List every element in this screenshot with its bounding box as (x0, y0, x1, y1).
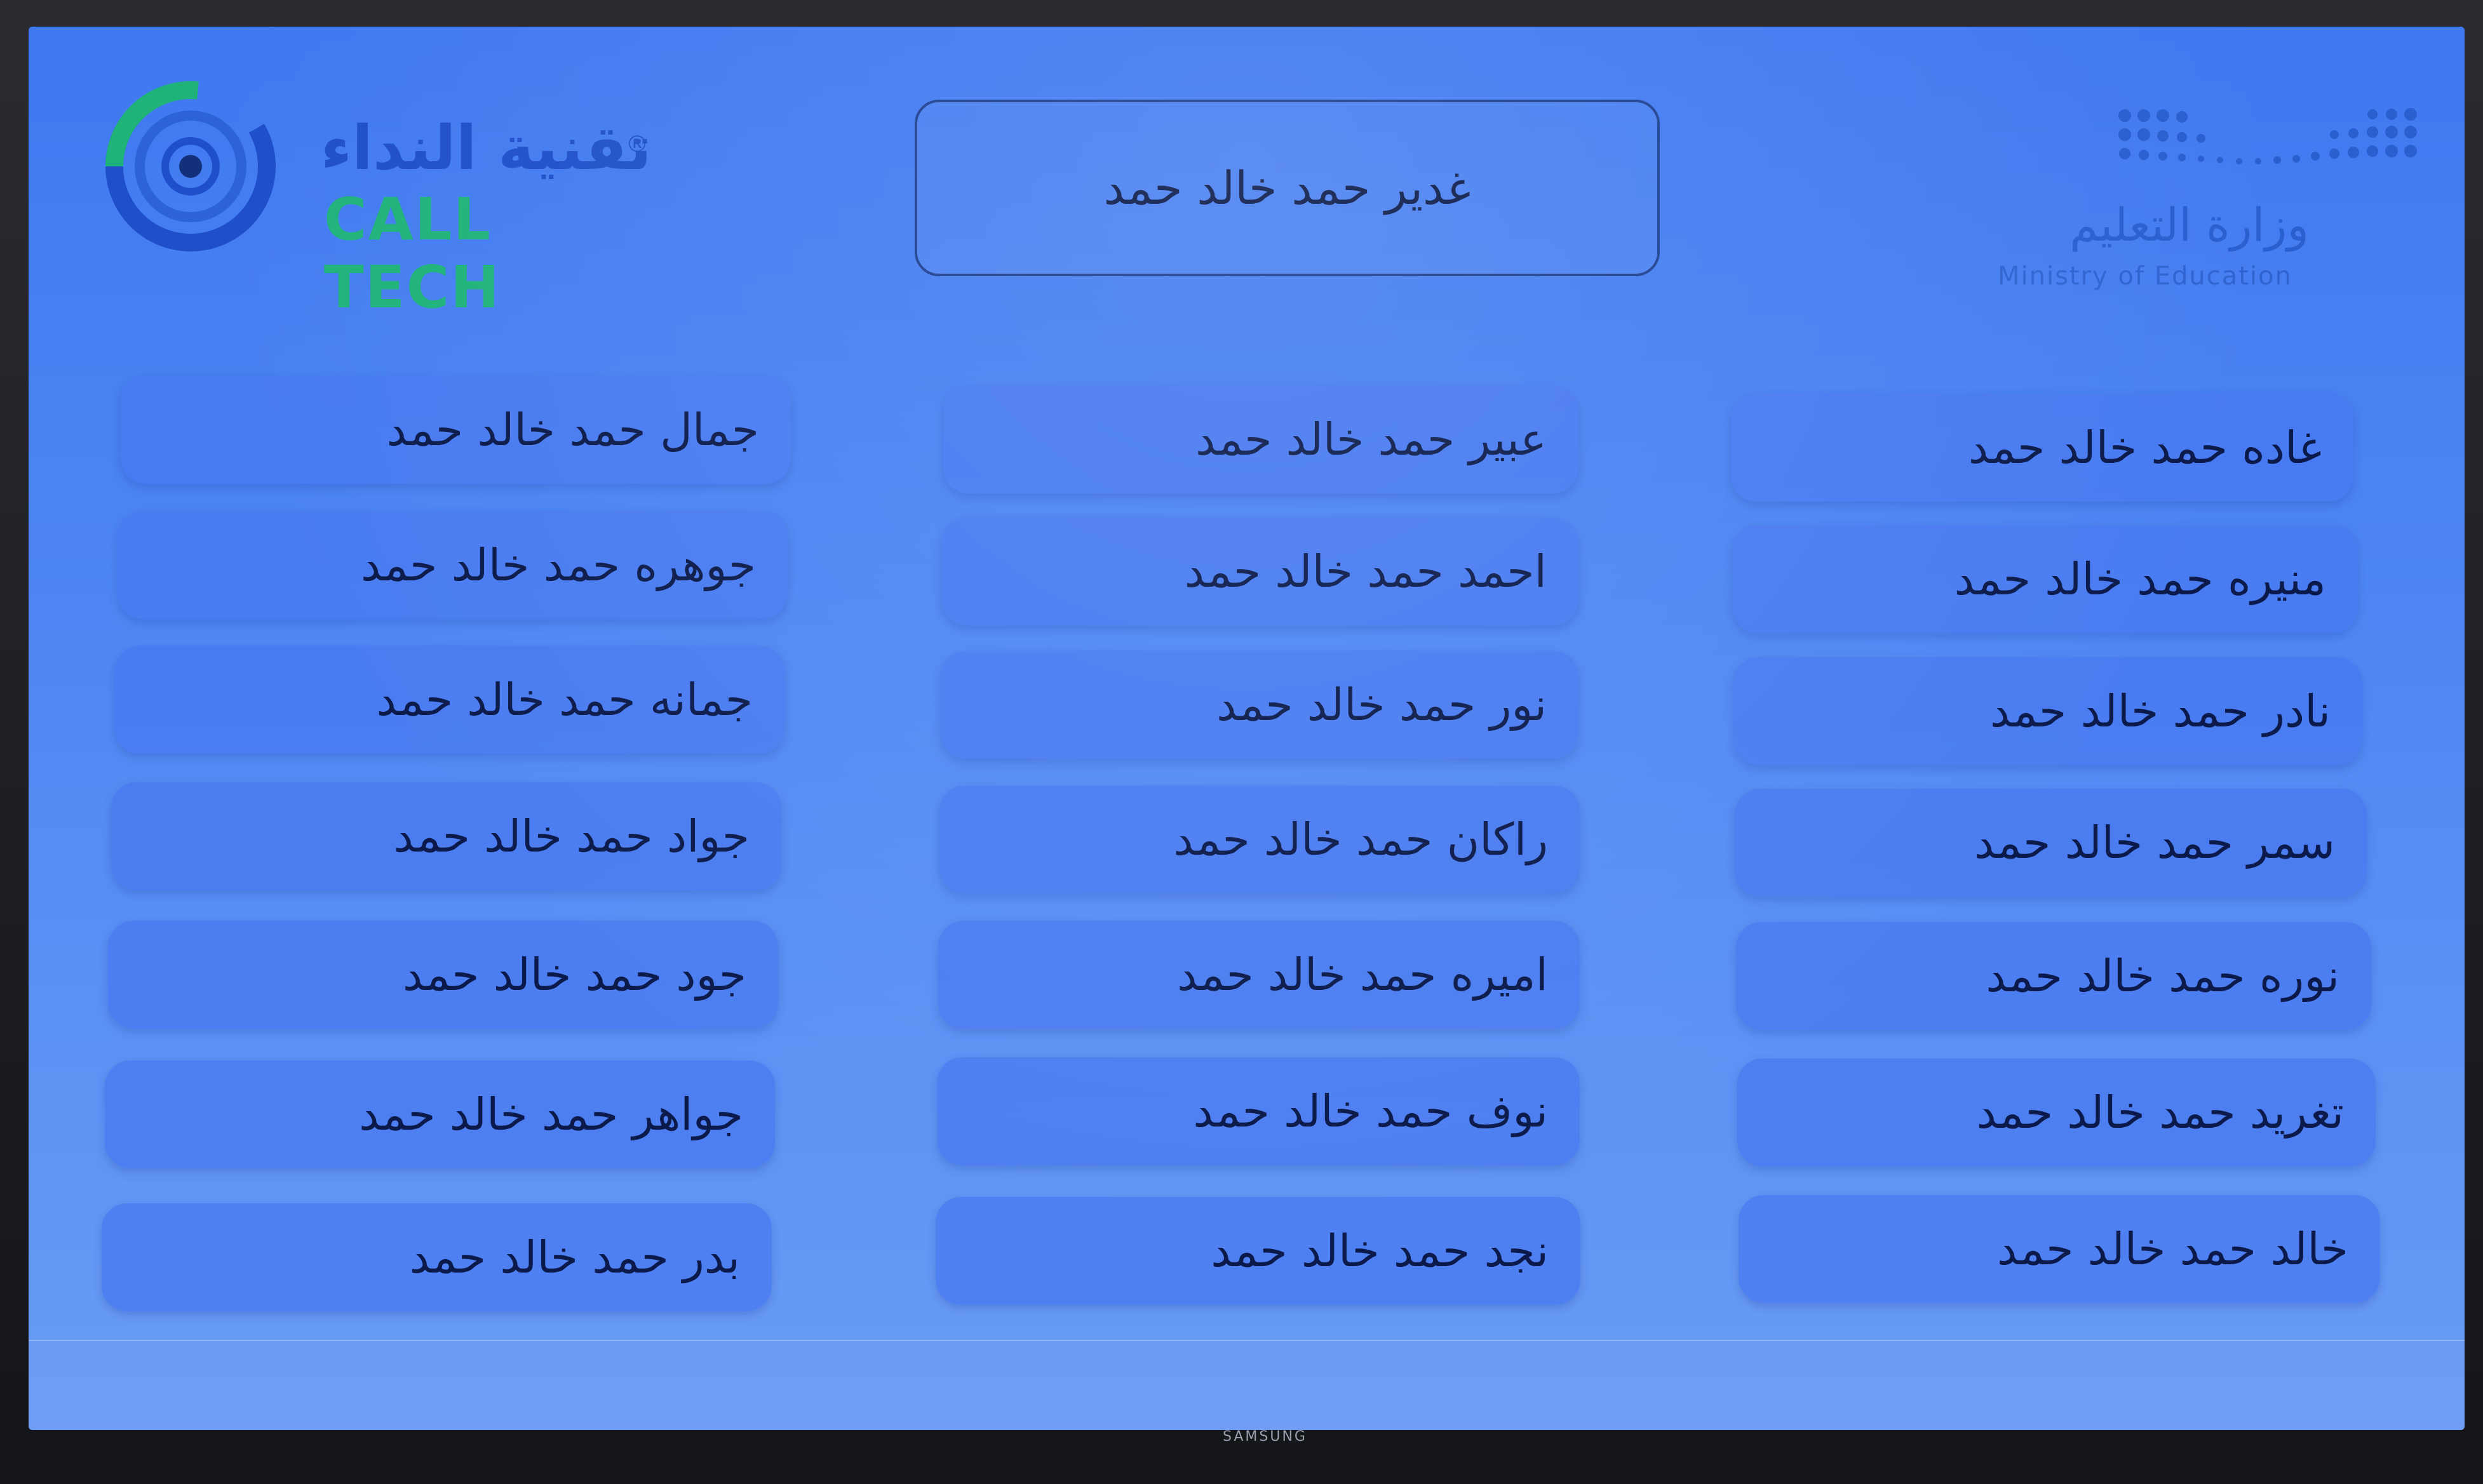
name-card-text: منيره حمد خالد حمد (1954, 553, 2326, 605)
footer-band (29, 1340, 2465, 1430)
name-card: احمد حمد خالد حمد (942, 518, 1578, 625)
display-screen: تقنية النداء ® CALL TECH غدير حمد خالد ح… (29, 27, 2465, 1430)
name-card: خالد حمد خالد حمد (1739, 1195, 2380, 1303)
name-card: بدر حمد خالد حمد (102, 1203, 772, 1311)
name-card-text: نادر حمد خالد حمد (1989, 685, 2331, 737)
name-card: راكان حمد خالد حمد (939, 785, 1580, 893)
brand-name-arabic: تقنية النداء (321, 112, 652, 184)
name-card: اميره حمد خالد حمد (938, 921, 1580, 1029)
name-card: جواهر حمد خالد حمد (105, 1060, 775, 1168)
name-card-text: جمانه حمد خالد حمد (376, 674, 753, 726)
name-card-text: نجد حمد خالد حمد (1211, 1225, 1549, 1277)
name-card: جمال حمد خالد حمد (121, 376, 791, 484)
current-caller-box: غدير حمد خالد حمد (915, 100, 1660, 276)
registered-mark: ® (626, 131, 649, 157)
name-card-text: غاده حمد خالد حمد (1968, 422, 2322, 474)
name-card: منيره حمد خالد حمد (1732, 525, 2358, 633)
name-card: نوره حمد خالد حمد (1736, 922, 2371, 1030)
name-card-text: جود حمد خالد حمد (403, 949, 746, 1001)
ministry-name-arabic: وزارة التعليم (2069, 198, 2309, 251)
name-card: جوهره حمد خالد حمد (118, 511, 788, 619)
name-card-text: جواهر حمد خالد حمد (359, 1088, 743, 1140)
calltech-logo-icon (105, 81, 276, 251)
name-card: عبير حمد خالد حمد (943, 385, 1578, 493)
name-card-text: بدر حمد خالد حمد (409, 1231, 740, 1283)
name-card-text: نوف حمد خالد حمد (1193, 1085, 1548, 1137)
name-card-text: جوهره حمد خالد حمد (360, 539, 756, 591)
name-card: تغريد حمد خالد حمد (1737, 1059, 2376, 1166)
name-card-text: راكان حمد خالد حمد (1173, 813, 1548, 866)
name-card-text: اميره حمد خالد حمد (1177, 949, 1548, 1001)
name-card-text: جواد حمد خالد حمد (393, 810, 750, 862)
name-card: نور حمد خالد حمد (941, 651, 1578, 759)
name-card-text: خالد حمد خالد حمد (1996, 1223, 2348, 1275)
name-card: نجد حمد خالد حمد (936, 1197, 1580, 1305)
name-card: سمر حمد خالد حمد (1735, 789, 2367, 897)
name-card-text: احمد حمد خالد حمد (1184, 545, 1547, 598)
calltech-logo: تقنية النداء ® CALL TECH (79, 55, 670, 321)
name-card: نوف حمد خالد حمد (937, 1057, 1580, 1165)
ministry-dots-icon (2118, 108, 2417, 164)
name-card-text: تغريد حمد خالد حمد (1976, 1086, 2345, 1139)
ministry-name-english: Ministry of Education (1998, 262, 2292, 291)
name-card-text: نوره حمد خالد حمد (1986, 950, 2339, 1002)
name-card: جمانه حمد خالد حمد (114, 646, 784, 754)
name-card-text: نور حمد خالد حمد (1216, 679, 1547, 731)
tv-brand-label: SAMSUNG (1223, 1429, 1307, 1445)
name-card-text: جمال حمد خالد حمد (386, 404, 759, 456)
brand-name-english: CALL TECH (324, 185, 501, 321)
name-card: جود حمد خالد حمد (108, 921, 778, 1029)
name-card: غاده حمد خالد حمد (1731, 394, 2353, 502)
name-card-text: عبير حمد خالد حمد (1195, 413, 1547, 465)
name-card: جواد حمد خالد حمد (111, 782, 781, 890)
name-card: نادر حمد خالد حمد (1733, 657, 2362, 765)
current-caller-name: غدير حمد خالد حمد (1103, 161, 1471, 215)
name-card-text: سمر حمد خالد حمد (1974, 817, 2335, 869)
ministry-logo: وزارة التعليم Ministry of Education (1966, 103, 2449, 312)
